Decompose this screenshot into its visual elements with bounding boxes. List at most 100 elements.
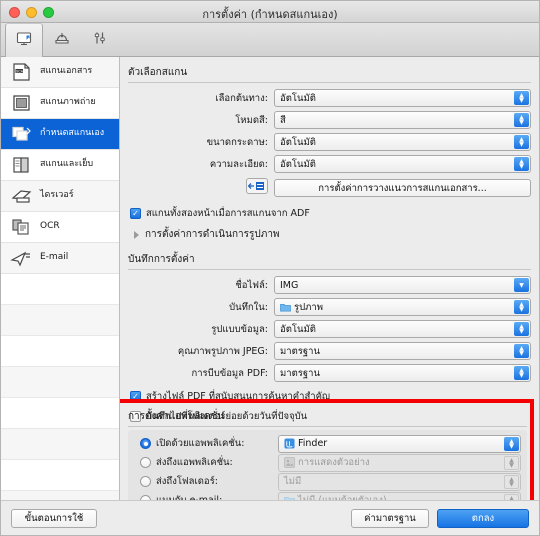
send-to-application-value: การแสดงตัวอย่าง: [298, 457, 370, 468]
sidebar-item-document-scan[interactable]: SCAN สแกนเอกสาร: [1, 57, 119, 88]
field-jpeg-quality-label: คุณภาพรูปภาพ JPEG:: [177, 345, 268, 357]
send-to-folder-value: ไม่มี: [284, 476, 302, 487]
sidebar-item-ocr[interactable]: OCR: [1, 212, 119, 243]
option-send-to-application[interactable]: ส่งถึงแอพพลิเคชั่น: การแสดงตัวอย่าง ▲ ▼: [134, 453, 521, 472]
toolbar-scan-to-computer-button[interactable]: [5, 23, 43, 57]
scan-to-computer-icon: [15, 30, 33, 52]
sidebar-filler-row: [1, 429, 119, 460]
sidebar-filler-row: [1, 336, 119, 367]
email-icon: [9, 247, 35, 269]
toolbar-scanner-button[interactable]: [43, 23, 81, 57]
sidebar-item-label: OCR: [40, 221, 60, 232]
ocr-icon: [9, 216, 35, 238]
field-paper-size: ขนาดกระดาษ: อัตโนมัติ ▲ ▼: [128, 133, 531, 151]
sidebar-item-driver[interactable]: ไดรเวอร์: [1, 181, 119, 212]
application-settings-panel: เปิดด้วยแอพพลิเคชั่น: Finder ▲ ▼ ส่งถึงแ…: [128, 430, 527, 500]
chevron-updown-icon: ▲▼: [514, 157, 529, 171]
sidebar-item-email[interactable]: E-mail: [1, 243, 119, 274]
sidebar-filler-row: [1, 305, 119, 336]
title-bar: การตั้งค่า (กำหนดสแกนเอง): [1, 1, 539, 23]
resolution-select[interactable]: อัตโนมัติ ▲ ▼: [274, 155, 531, 173]
option-label: แนบกับ e-mail:: [156, 493, 222, 500]
option-send-to-folder[interactable]: ส่งถึงโฟลเดอร์: ไม่มี ▲ ▼: [134, 472, 521, 491]
preview-app-icon: [284, 457, 295, 468]
option-label: เปิดด้วยแอพพลิเคชั่น:: [156, 438, 245, 449]
file-name-value: IMG: [280, 279, 299, 291]
field-source-label: เลือกต้นทาง:: [215, 92, 268, 104]
color-mode-select[interactable]: สี ▲ ▼: [274, 111, 531, 129]
toolbar-preferences-button[interactable]: [81, 23, 119, 57]
sidebar-item-stitch-scan[interactable]: สแกนและเย็บ: [1, 150, 119, 181]
field-paper-size-label: ขนาดกระดาษ:: [206, 136, 268, 148]
pdf-compression-select[interactable]: มาตรฐาน ▲ ▼: [274, 364, 531, 382]
radio-button: [140, 457, 151, 468]
instructions-button[interactable]: ขั้นตอนการใช้: [11, 508, 97, 528]
adf-duplex-label: สแกนทั้งสองหน้าเมื่อการสแกนจาก ADF: [146, 208, 310, 219]
field-data-format: รูปแบบข้อมูล: อัตโนมัติ ▲ ▼: [128, 320, 531, 338]
footer-bar: ขั้นตอนการใช้ ค่ามาตรฐาน ตกลง: [1, 500, 539, 535]
document-scan-icon: SCAN: [9, 61, 35, 83]
defaults-button[interactable]: ค่ามาตรฐาน: [351, 508, 429, 528]
scanner-icon: [53, 29, 71, 51]
settings-window: การตั้งค่า (กำหนดสแกนเอง) SCAN สแกนเอกสา…: [0, 0, 540, 536]
jpeg-quality-select[interactable]: มาตรฐาน ▲ ▼: [274, 342, 531, 360]
sidebar-item-label: สแกนเอกสาร: [40, 66, 93, 77]
scan-options-divider: [128, 82, 531, 83]
chevron-updown-icon: ▲▼: [504, 436, 519, 451]
chevron-updown-icon: ▲▼: [514, 322, 529, 336]
application-settings-section: การตั้งค่าแอพพลิเคชั่น เปิดด้วยแอพพลิเคช…: [128, 407, 527, 500]
send-to-application-select: การแสดงตัวอย่าง ▲ ▼: [278, 453, 521, 472]
window-title: การตั้งค่า (กำหนดสแกนเอง): [202, 8, 338, 21]
open-with-application-select[interactable]: Finder ▲ ▼: [278, 434, 521, 453]
sidebar-filler-row: [1, 460, 119, 491]
file-name-combo[interactable]: IMG ▼: [274, 276, 531, 294]
image-processing-label: การตั้งค่าการดำเนินการรูปภาพ: [145, 229, 280, 240]
field-pdf-compression: การบีบข้อมูล PDF: มาตรฐาน ▲ ▼: [128, 364, 531, 382]
image-processing-disclosure[interactable]: การตั้งค่าการดำเนินการรูปภาพ: [134, 227, 531, 242]
send-to-folder-select: ไม่มี ▲ ▼: [278, 472, 521, 491]
adf-duplex-checkbox[interactable]: ✓ สแกนทั้งสองหน้าเมื่อการสแกนจาก ADF: [130, 206, 531, 221]
sidebar: SCAN สแกนเอกสาร สแกนภาพถ่าย กำหนดสแกนเอง…: [1, 57, 120, 500]
radio-button: [140, 438, 151, 449]
option-attach-to-email[interactable]: แนบกับ e-mail: ไม่มี (แนบด้วยตัวเอง) ▲▼: [134, 491, 521, 500]
save-in-select[interactable]: รูปภาพ ▲ ▼: [274, 298, 531, 316]
sidebar-item-label: สแกนภาพถ่าย: [40, 97, 96, 108]
sidebar-item-label: กำหนดสแกนเอง: [40, 128, 105, 139]
sidebar-item-custom-scan[interactable]: กำหนดสแกนเอง: [1, 119, 119, 150]
option-label: ส่งถึงโฟลเดอร์:: [156, 476, 218, 487]
sidebar-item-label: ไดรเวอร์: [40, 190, 74, 201]
checkbox-box: ✓: [130, 391, 141, 402]
sidebar-item-label: E-mail: [40, 252, 69, 263]
paper-size-select[interactable]: อัตโนมัติ ▲ ▼: [274, 133, 531, 151]
field-jpeg-quality: คุณภาพรูปภาพ JPEG: มาตรฐาน ▲ ▼: [128, 342, 531, 360]
sidebar-item-photo-scan[interactable]: สแกนภาพถ่าย: [1, 88, 119, 119]
color-mode-value: สี: [280, 114, 286, 126]
chevron-updown-icon: ▲▼: [514, 366, 529, 380]
sidebar-item-label: สแกนและเย็บ: [40, 159, 94, 170]
pdf-compression-value: มาตรฐาน: [280, 367, 320, 379]
orientation-row: การตั้งค่าการวางแนวการสแกนเอกสาร...: [128, 178, 531, 197]
sidebar-filler-row: [1, 367, 119, 398]
field-source: เลือกต้นทาง: อัตโนมัติ ▲ ▼: [128, 89, 531, 107]
field-resolution-label: ความละเอียด:: [209, 158, 268, 170]
option-open-with-application[interactable]: เปิดด้วยแอพพลิเคชั่น: Finder ▲ ▼: [134, 434, 521, 453]
chevron-right-icon: [134, 230, 139, 239]
driver-icon: [9, 185, 35, 207]
document-orientation-button[interactable]: การตั้งค่าการวางแนวการสแกนเอกสาร...: [274, 179, 531, 197]
field-pdf-compression-label: การบีบข้อมูล PDF:: [191, 367, 268, 379]
chevron-updown-icon: ▲▼: [504, 474, 519, 489]
save-settings-divider: [128, 269, 531, 270]
data-format-value: อัตโนมัติ: [280, 323, 316, 335]
save-in-value: รูปภาพ: [294, 301, 323, 313]
chevron-updown-icon: ▲▼: [514, 113, 529, 127]
field-data-format-label: รูปแบบข้อมูล:: [211, 323, 268, 335]
paper-size-value: อัตโนมัติ: [280, 136, 316, 148]
chevron-updown-icon: ▲▼: [514, 135, 529, 149]
searchable-pdf-checkbox[interactable]: ✓ สร้างไฟล์ PDF ที่สนับสนุนการค้นหาคำสำค…: [130, 389, 531, 404]
field-color-mode: โหมดสี: สี ▲ ▼: [128, 111, 531, 129]
resolution-value: อัตโนมัติ: [280, 158, 316, 170]
source-select[interactable]: อัตโนมัติ ▲ ▼: [274, 89, 531, 107]
data-format-select[interactable]: อัตโนมัติ ▲ ▼: [274, 320, 531, 338]
ok-button[interactable]: ตกลง: [437, 508, 529, 528]
application-settings-heading: การตั้งค่าแอพพลิเคชั่น: [128, 411, 225, 422]
